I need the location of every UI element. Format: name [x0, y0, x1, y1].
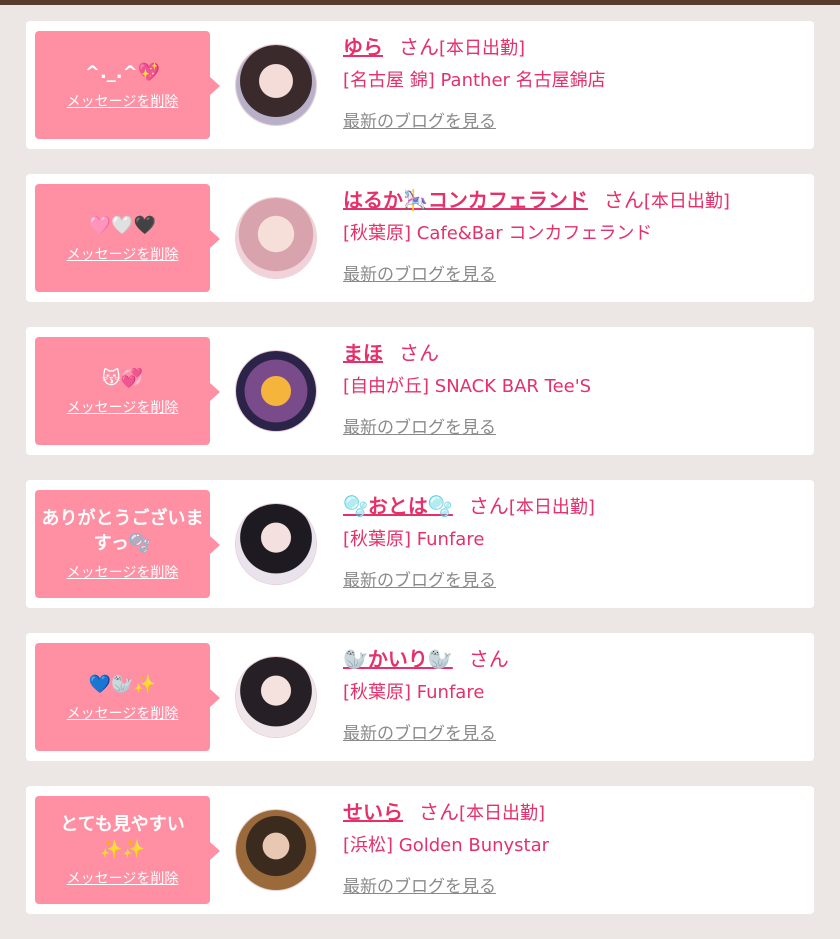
cast-info: ゆら さん[本日出勤] [名古屋 錦] Panther 名古屋錦店 最新のブログを… — [343, 31, 803, 132]
avatar[interactable] — [236, 810, 316, 890]
cast-info: せいら さん[本日出勤] [浜松] Golden Bunystar 最新のブログを… — [343, 796, 803, 897]
message-text: ありがとうございますっ🫧 — [41, 508, 204, 554]
cast-name-link[interactable]: まほ — [343, 341, 383, 365]
honorific: さん — [468, 494, 509, 518]
delete-message-link[interactable]: メッセージを削除 — [67, 703, 179, 723]
working-today-badge: [本日出勤] — [439, 38, 526, 59]
message-card: とても見やすい✨✨ メッセージを削除 せいら さん[本日出勤] [浜松] Gold… — [26, 786, 814, 914]
message-bubble: ^._.^💖 メッセージを削除 — [35, 31, 220, 139]
message-card: ありがとうございますっ🫧 メッセージを削除 🫧おとは🫧 さん[本日出勤] [秋葉原… — [26, 480, 814, 608]
shop-name: [自由が丘] SNACK BAR Tee'S — [343, 376, 592, 397]
message-bubble: とても見やすい✨✨ メッセージを削除 — [35, 796, 220, 904]
shop-name: [秋葉原] Funfare — [343, 529, 485, 550]
honorific: さん — [399, 341, 439, 365]
honorific: さん — [468, 647, 509, 671]
cast-name-link[interactable]: ゆら — [343, 35, 383, 59]
cast-name-link[interactable]: はるか🎠コンカフェランド — [343, 188, 588, 212]
latest-blog-link[interactable]: 最新のブログを見る — [343, 566, 496, 591]
working-today-badge: [本日出勤] — [508, 497, 595, 518]
message-text: 🩷🤍🖤 — [88, 214, 157, 236]
message-list: ^._.^💖 メッセージを削除 ゆら さん[本日出勤] [名古屋 錦] Panth… — [26, 21, 814, 939]
avatar[interactable] — [236, 504, 316, 584]
working-today-badge: [本日出勤] — [643, 191, 730, 212]
avatar[interactable] — [236, 351, 316, 431]
delete-message-link[interactable]: メッセージを削除 — [67, 397, 179, 417]
cast-info: はるか🎠コンカフェランド さん[本日出勤] [秋葉原] Cafe&Bar コンカフ… — [343, 184, 803, 285]
cast-info: まほ さん [自由が丘] SNACK BAR Tee'S 最新のブログを見る — [343, 337, 803, 438]
message-text: 💙🦭✨ — [88, 673, 157, 695]
avatar[interactable] — [236, 198, 316, 278]
delete-message-link[interactable]: メッセージを削除 — [67, 244, 179, 264]
cast-info: 🫧おとは🫧 さん[本日出勤] [秋葉原] Funfare 最新のブログを見る — [343, 490, 803, 591]
message-bubble: 🩷🤍🖤 メッセージを削除 — [35, 184, 220, 292]
top-bar — [0, 0, 840, 5]
latest-blog-link[interactable]: 最新のブログを見る — [343, 719, 496, 744]
message-bubble: 😽💞 メッセージを削除 — [35, 337, 220, 445]
message-card: 💙🦭✨ メッセージを削除 🦭かいり🦭 さん [秋葉原] Funfare 最新のブロ… — [26, 633, 814, 761]
message-text: ^._.^💖 — [84, 61, 161, 83]
delete-message-link[interactable]: メッセージを削除 — [67, 91, 179, 111]
message-card: 😽💞 メッセージを削除 まほ さん [自由が丘] SNACK BAR Tee'S … — [26, 327, 814, 455]
working-today-badge: [本日出勤] — [459, 803, 546, 824]
cast-name-link[interactable]: 🦭かいり🦭 — [343, 647, 453, 671]
latest-blog-link[interactable]: 最新のブログを見る — [343, 107, 496, 132]
honorific: さん — [603, 188, 644, 212]
delete-message-link[interactable]: メッセージを削除 — [67, 562, 179, 582]
message-card: ^._.^💖 メッセージを削除 ゆら さん[本日出勤] [名古屋 錦] Panth… — [26, 21, 814, 149]
cast-name-link[interactable]: せいら — [343, 800, 403, 824]
message-card: 🩷🤍🖤 メッセージを削除 はるか🎠コンカフェランド さん[本日出勤] [秋葉原] … — [26, 174, 814, 302]
message-text: とても見やすい✨✨ — [60, 814, 185, 860]
shop-name: [浜松] Golden Bunystar — [343, 835, 550, 856]
honorific: さん — [419, 800, 459, 824]
shop-name: [名古屋 錦] Panther 名古屋錦店 — [343, 70, 606, 91]
shop-name: [秋葉原] Cafe&Bar コンカフェランド — [343, 223, 653, 244]
latest-blog-link[interactable]: 最新のブログを見る — [343, 260, 496, 285]
cast-name-link[interactable]: 🫧おとは🫧 — [343, 494, 453, 518]
shop-name: [秋葉原] Funfare — [343, 682, 485, 703]
delete-message-link[interactable]: メッセージを削除 — [67, 868, 179, 888]
latest-blog-link[interactable]: 最新のブログを見る — [343, 872, 496, 897]
cast-info: 🦭かいり🦭 さん [秋葉原] Funfare 最新のブログを見る — [343, 643, 803, 744]
latest-blog-link[interactable]: 最新のブログを見る — [343, 413, 496, 438]
message-text: 😽💞 — [101, 367, 144, 389]
avatar[interactable] — [236, 657, 316, 737]
message-bubble: 💙🦭✨ メッセージを削除 — [35, 643, 220, 751]
avatar[interactable] — [236, 45, 316, 125]
message-bubble: ありがとうございますっ🫧 メッセージを削除 — [35, 490, 220, 598]
honorific: さん — [399, 35, 439, 59]
